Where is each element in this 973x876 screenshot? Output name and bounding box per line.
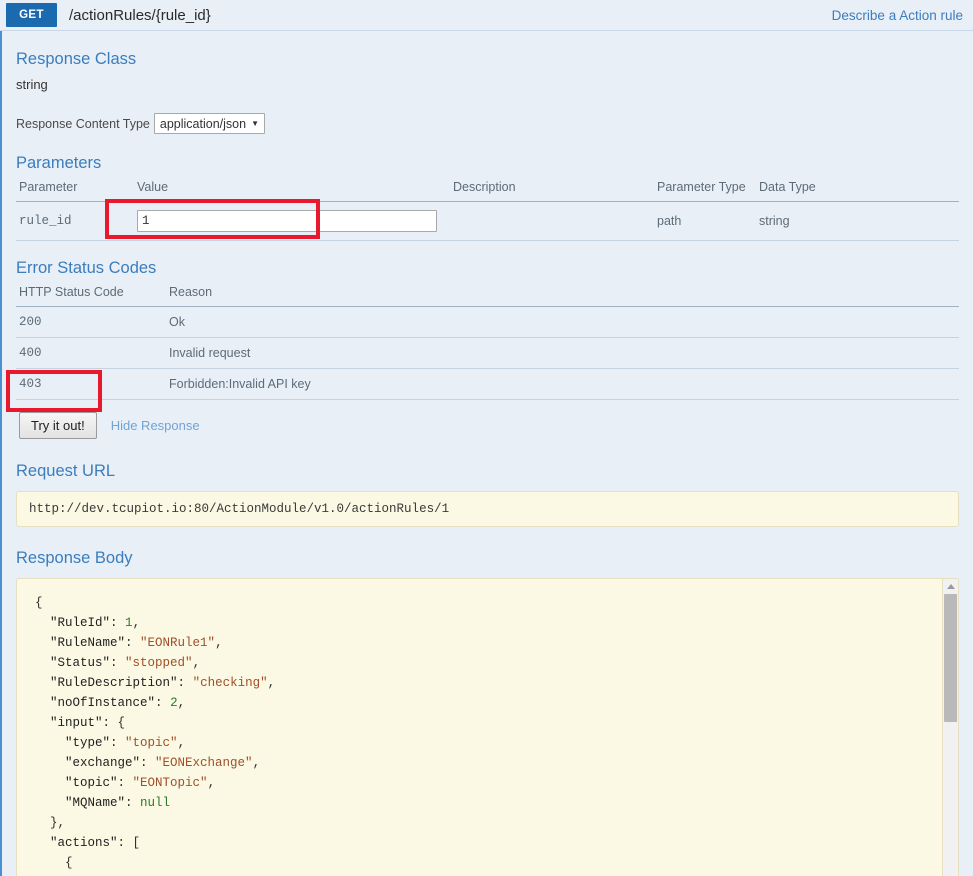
table-row: 200 Ok — [16, 306, 959, 338]
parameter-value-cell — [134, 201, 450, 241]
operation-content: Response Class string Response Content T… — [0, 31, 973, 876]
parameter-name: rule_id — [16, 201, 134, 241]
parameters-title: Parameters — [16, 154, 102, 172]
response-class-title: Response Class — [16, 50, 137, 68]
response-content-type-value: application/json — [159, 116, 247, 131]
parameter-data-type: string — [756, 201, 959, 241]
response-body-title: Response Body — [16, 549, 133, 567]
table-row: rule_id path string — [16, 201, 959, 241]
error-header-row: HTTP Status Code Reason — [16, 285, 959, 307]
parameters-header-value: Value — [134, 180, 450, 202]
operation-path[interactable]: /actionRules/{rule_id} — [57, 0, 832, 30]
parameters-header-parameter: Parameter — [16, 180, 134, 202]
error-header-reason: Reason — [166, 285, 959, 307]
try-it-out-button[interactable]: Try it out! — [19, 412, 97, 439]
error-reason: Forbidden:Invalid API key — [166, 368, 959, 400]
error-status-codes-table: HTTP Status Code Reason 200 Ok 400 Inval… — [16, 285, 959, 400]
error-reason: Ok — [166, 306, 959, 338]
parameters-header-parameter-type: Parameter Type — [654, 180, 756, 202]
error-status-codes-title: Error Status Codes — [16, 259, 157, 277]
http-method-badge[interactable]: GET — [6, 3, 57, 27]
scroll-up-arrow-icon[interactable] — [943, 579, 958, 593]
chevron-down-icon: ▼ — [251, 118, 260, 128]
request-url-title: Request URL — [16, 462, 116, 480]
response-content-type-select[interactable]: application/json ▼ — [153, 113, 266, 134]
parameter-type: path — [654, 201, 756, 241]
table-row: 403 Forbidden:Invalid API key — [16, 368, 959, 400]
table-row: 400 Invalid request — [16, 337, 959, 369]
operation-summary-link[interactable]: Describe a Action rule — [832, 0, 973, 30]
error-status-code: 400 — [16, 337, 166, 369]
parameters-header-description: Description — [450, 180, 654, 202]
parameters-header-row: Parameter Value Description Parameter Ty… — [16, 180, 959, 202]
response-body-scrollbar[interactable] — [942, 579, 958, 876]
error-reason: Invalid request — [166, 337, 959, 369]
response-body-json: { "RuleId": 1, "RuleName": "EONRule1", "… — [35, 596, 276, 870]
response-content-type-row: Response Content Type application/json ▼ — [16, 92, 959, 134]
hide-response-link[interactable]: Hide Response — [111, 418, 200, 433]
response-content-type-label: Response Content Type — [16, 116, 150, 131]
response-body-panel: { "RuleId": 1, "RuleName": "EONRule1", "… — [16, 578, 959, 876]
swagger-operation-page: GET /actionRules/{rule_id} Describe a Ac… — [0, 0, 973, 876]
parameter-description — [450, 201, 654, 241]
rule-id-input[interactable] — [137, 210, 437, 232]
error-header-status-code: HTTP Status Code — [16, 285, 166, 307]
operation-header[interactable]: GET /actionRules/{rule_id} Describe a Ac… — [0, 0, 973, 31]
try-it-out-row: Try it out! Hide Response — [16, 400, 959, 439]
scrollbar-thumb[interactable] — [944, 594, 957, 722]
response-class-type: string — [16, 77, 48, 92]
parameters-header-data-type: Data Type — [756, 180, 959, 202]
parameters-table: Parameter Value Description Parameter Ty… — [16, 180, 959, 241]
request-url-value: http://dev.tcupiot.io:80/ActionModule/v1… — [16, 491, 959, 527]
error-status-code: 200 — [16, 306, 166, 338]
error-status-code: 403 — [16, 368, 166, 400]
